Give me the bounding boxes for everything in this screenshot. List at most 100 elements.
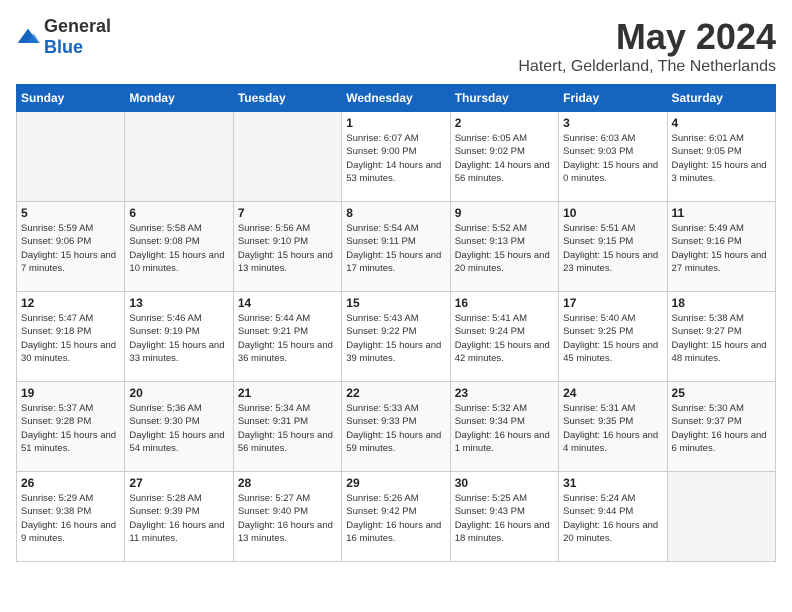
- day-info: Sunrise: 5:47 AM Sunset: 9:18 PM Dayligh…: [21, 312, 120, 365]
- day-number: 14: [238, 296, 337, 310]
- day-info: Sunrise: 5:27 AM Sunset: 9:40 PM Dayligh…: [238, 492, 337, 545]
- day-info: Sunrise: 6:01 AM Sunset: 9:05 PM Dayligh…: [672, 132, 771, 185]
- calendar-cell: 21 Sunrise: 5:34 AM Sunset: 9:31 PM Dayli…: [233, 382, 341, 472]
- calendar-cell: 9 Sunrise: 5:52 AM Sunset: 9:13 PM Daylig…: [450, 202, 558, 292]
- day-info: Sunrise: 5:43 AM Sunset: 9:22 PM Dayligh…: [346, 312, 445, 365]
- calendar-cell: [17, 112, 125, 202]
- calendar-cell: 3Sunrise: 6:03 AM Sunset: 9:03 PM Daylig…: [559, 112, 667, 202]
- calendar-cell: 20 Sunrise: 5:36 AM Sunset: 9:30 PM Dayli…: [125, 382, 233, 472]
- day-info: Sunrise: 5:34 AM Sunset: 9:31 PM Dayligh…: [238, 402, 337, 455]
- day-info: Sunrise: 6:07 AM Sunset: 9:00 PM Dayligh…: [346, 132, 445, 185]
- day-number: 24: [563, 386, 662, 400]
- day-info: Sunrise: 5:29 AM Sunset: 9:38 PM Dayligh…: [21, 492, 120, 545]
- day-number: 29: [346, 476, 445, 490]
- day-number: 1: [346, 116, 445, 130]
- calendar-cell: 15 Sunrise: 5:43 AM Sunset: 9:22 PM Dayli…: [342, 292, 450, 382]
- day-number: 4: [672, 116, 771, 130]
- day-number: 13: [129, 296, 228, 310]
- logo: General Blue: [16, 16, 111, 58]
- calendar-cell: 8Sunrise: 5:54 AM Sunset: 9:11 PM Daylig…: [342, 202, 450, 292]
- calendar-cell: 11 Sunrise: 5:49 AM Sunset: 9:16 PM Dayli…: [667, 202, 775, 292]
- logo-general: General: [44, 16, 111, 36]
- header-monday: Monday: [125, 85, 233, 112]
- day-number: 28: [238, 476, 337, 490]
- day-info: Sunrise: 5:32 AM Sunset: 9:34 PM Dayligh…: [455, 402, 554, 455]
- day-number: 2: [455, 116, 554, 130]
- calendar-cell: 16 Sunrise: 5:41 AM Sunset: 9:24 PM Dayli…: [450, 292, 558, 382]
- day-number: 11: [672, 206, 771, 220]
- calendar-cell: [233, 112, 341, 202]
- calendar-table: SundayMondayTuesdayWednesdayThursdayFrid…: [16, 84, 776, 562]
- day-info: Sunrise: 5:52 AM Sunset: 9:13 PM Dayligh…: [455, 222, 554, 275]
- day-info: Sunrise: 5:31 AM Sunset: 9:35 PM Dayligh…: [563, 402, 662, 455]
- header-thursday: Thursday: [450, 85, 558, 112]
- day-info: Sunrise: 5:24 AM Sunset: 9:44 PM Dayligh…: [563, 492, 662, 545]
- day-number: 7: [238, 206, 337, 220]
- header-wednesday: Wednesday: [342, 85, 450, 112]
- day-number: 6: [129, 206, 228, 220]
- day-info: Sunrise: 5:49 AM Sunset: 9:16 PM Dayligh…: [672, 222, 771, 275]
- calendar-cell: 23 Sunrise: 5:32 AM Sunset: 9:34 PM Dayli…: [450, 382, 558, 472]
- calendar-cell: 7 Sunrise: 5:56 AM Sunset: 9:10 PM Daylig…: [233, 202, 341, 292]
- day-info: Sunrise: 5:46 AM Sunset: 9:19 PM Dayligh…: [129, 312, 228, 365]
- day-number: 31: [563, 476, 662, 490]
- calendar-cell: 26Sunrise: 5:29 AM Sunset: 9:38 PM Dayli…: [17, 472, 125, 562]
- day-info: Sunrise: 5:37 AM Sunset: 9:28 PM Dayligh…: [21, 402, 120, 455]
- day-info: Sunrise: 5:36 AM Sunset: 9:30 PM Dayligh…: [129, 402, 228, 455]
- calendar-cell: 2 Sunrise: 6:05 AM Sunset: 9:02 PM Daylig…: [450, 112, 558, 202]
- day-number: 23: [455, 386, 554, 400]
- calendar-subtitle: Hatert, Gelderland, The Netherlands: [518, 58, 776, 76]
- day-info: Sunrise: 5:26 AM Sunset: 9:42 PM Dayligh…: [346, 492, 445, 545]
- day-number: 10: [563, 206, 662, 220]
- calendar-cell: 17 Sunrise: 5:40 AM Sunset: 9:25 PM Dayli…: [559, 292, 667, 382]
- day-info: Sunrise: 5:40 AM Sunset: 9:25 PM Dayligh…: [563, 312, 662, 365]
- calendar-cell: 10 Sunrise: 5:51 AM Sunset: 9:15 PM Dayli…: [559, 202, 667, 292]
- calendar-cell: [125, 112, 233, 202]
- day-info: Sunrise: 6:05 AM Sunset: 9:02 PM Dayligh…: [455, 132, 554, 185]
- header: General Blue May 2024 Hatert, Gelderland…: [16, 16, 776, 76]
- day-info: Sunrise: 5:33 AM Sunset: 9:33 PM Dayligh…: [346, 402, 445, 455]
- week-row-3: 12 Sunrise: 5:47 AM Sunset: 9:18 PM Dayli…: [17, 292, 776, 382]
- day-number: 16: [455, 296, 554, 310]
- calendar-cell: 27Sunrise: 5:28 AM Sunset: 9:39 PM Dayli…: [125, 472, 233, 562]
- calendar-cell: 24 Sunrise: 5:31 AM Sunset: 9:35 PM Dayli…: [559, 382, 667, 472]
- day-info: Sunrise: 5:28 AM Sunset: 9:39 PM Dayligh…: [129, 492, 228, 545]
- calendar-cell: 5Sunrise: 5:59 AM Sunset: 9:06 PM Daylig…: [17, 202, 125, 292]
- header-saturday: Saturday: [667, 85, 775, 112]
- day-info: Sunrise: 5:41 AM Sunset: 9:24 PM Dayligh…: [455, 312, 554, 365]
- day-info: Sunrise: 6:03 AM Sunset: 9:03 PM Dayligh…: [563, 132, 662, 185]
- logo-text: General Blue: [44, 16, 111, 58]
- calendar-cell: 28 Sunrise: 5:27 AM Sunset: 9:40 PM Dayli…: [233, 472, 341, 562]
- weekday-header-row: SundayMondayTuesdayWednesdayThursdayFrid…: [17, 85, 776, 112]
- day-info: Sunrise: 5:56 AM Sunset: 9:10 PM Dayligh…: [238, 222, 337, 275]
- day-number: 15: [346, 296, 445, 310]
- week-row-5: 26Sunrise: 5:29 AM Sunset: 9:38 PM Dayli…: [17, 472, 776, 562]
- logo-icon: [16, 27, 40, 47]
- day-info: Sunrise: 5:51 AM Sunset: 9:15 PM Dayligh…: [563, 222, 662, 275]
- calendar-cell: 29 Sunrise: 5:26 AM Sunset: 9:42 PM Dayli…: [342, 472, 450, 562]
- week-row-2: 5Sunrise: 5:59 AM Sunset: 9:06 PM Daylig…: [17, 202, 776, 292]
- title-area: May 2024 Hatert, Gelderland, The Netherl…: [518, 16, 776, 76]
- day-info: Sunrise: 5:30 AM Sunset: 9:37 PM Dayligh…: [672, 402, 771, 455]
- day-info: Sunrise: 5:25 AM Sunset: 9:43 PM Dayligh…: [455, 492, 554, 545]
- day-number: 20: [129, 386, 228, 400]
- day-number: 21: [238, 386, 337, 400]
- day-number: 8: [346, 206, 445, 220]
- day-number: 12: [21, 296, 120, 310]
- day-number: 22: [346, 386, 445, 400]
- logo-blue: Blue: [44, 37, 83, 57]
- day-number: 17: [563, 296, 662, 310]
- day-info: Sunrise: 5:58 AM Sunset: 9:08 PM Dayligh…: [129, 222, 228, 275]
- calendar-cell: 22 Sunrise: 5:33 AM Sunset: 9:33 PM Dayli…: [342, 382, 450, 472]
- calendar-cell: 4 Sunrise: 6:01 AM Sunset: 9:05 PM Daylig…: [667, 112, 775, 202]
- day-number: 19: [21, 386, 120, 400]
- calendar-cell: 31 Sunrise: 5:24 AM Sunset: 9:44 PM Dayli…: [559, 472, 667, 562]
- day-number: 9: [455, 206, 554, 220]
- week-row-4: 19 Sunrise: 5:37 AM Sunset: 9:28 PM Dayli…: [17, 382, 776, 472]
- day-info: Sunrise: 5:59 AM Sunset: 9:06 PM Dayligh…: [21, 222, 120, 275]
- calendar-cell: 19 Sunrise: 5:37 AM Sunset: 9:28 PM Dayli…: [17, 382, 125, 472]
- day-info: Sunrise: 5:44 AM Sunset: 9:21 PM Dayligh…: [238, 312, 337, 365]
- calendar-cell: 30Sunrise: 5:25 AM Sunset: 9:43 PM Dayli…: [450, 472, 558, 562]
- calendar-cell: 12 Sunrise: 5:47 AM Sunset: 9:18 PM Dayli…: [17, 292, 125, 382]
- week-row-1: 1 Sunrise: 6:07 AM Sunset: 9:00 PM Daylig…: [17, 112, 776, 202]
